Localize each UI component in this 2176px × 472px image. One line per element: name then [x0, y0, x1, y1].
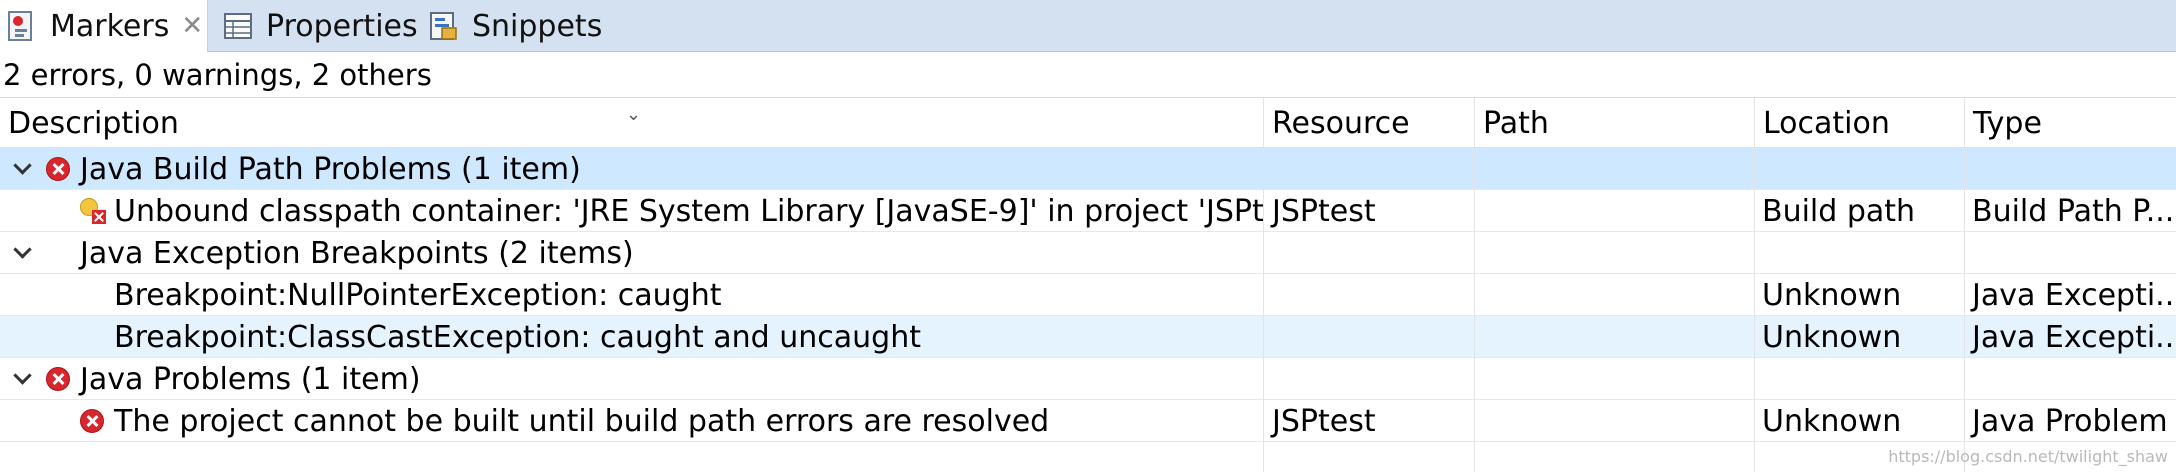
table-row[interactable]: Breakpoint:ClassCastException: caught an…: [0, 316, 2176, 358]
row-description: Breakpoint:ClassCastException: caught an…: [114, 319, 921, 355]
row-path: [1475, 358, 1755, 400]
markers-summary: 2 errors, 0 warnings, 2 others: [0, 52, 2176, 98]
table-row-empty: [0, 442, 2176, 472]
row-resource: [1264, 358, 1475, 400]
snippets-icon: [428, 10, 460, 42]
row-path: [1475, 148, 1755, 190]
row-description-cell: Java Problems (1 item): [0, 358, 1264, 400]
column-header-location[interactable]: Location: [1755, 98, 1965, 148]
row-description-cell: [0, 442, 1264, 472]
markers-table: Description ⌄ Resource Path Location Typ…: [0, 98, 2176, 472]
row-description: Breakpoint:NullPointerException: caught: [114, 277, 722, 313]
row-type: Build Path P...: [1972, 193, 2175, 229]
row-location: [1755, 358, 1965, 400]
row-resource: [1264, 274, 1475, 316]
column-header-description[interactable]: Description ⌄: [0, 98, 1264, 148]
column-header-path[interactable]: Path: [1475, 98, 1755, 148]
row-path: [1475, 232, 1755, 274]
row-description-cell: Java Exception Breakpoints (2 items): [0, 232, 1264, 274]
row-description-cell: Unbound classpath container: 'JRE System…: [0, 190, 1264, 232]
row-resource: JSPtest: [1264, 190, 1475, 232]
close-icon[interactable]: ✕: [181, 11, 203, 41]
view-tab-bar: Markers ✕ Properties Snippets: [0, 0, 2176, 52]
row-type: [1965, 358, 2176, 400]
row-description-cell: Java Build Path Problems (1 item): [0, 148, 1264, 190]
row-location: [1755, 148, 1965, 190]
row-resource: [1264, 148, 1475, 190]
classpath-warning-icon: [80, 198, 106, 224]
tab-snippets-label: Snippets: [472, 8, 603, 44]
row-type: Java Excepti...: [1972, 277, 2176, 313]
table-row[interactable]: Breakpoint:NullPointerException: caught …: [0, 274, 2176, 316]
row-resource: [1264, 232, 1475, 274]
row-description: Unbound classpath container: 'JRE System…: [114, 193, 1264, 229]
column-header-location-label: Location: [1763, 105, 1890, 141]
row-resource: [1264, 316, 1475, 358]
markers-view: Markers ✕ Properties Snippets 2 errors, …: [0, 0, 2176, 472]
row-resource: JSPtest: [1264, 400, 1475, 442]
row-type: Java Excepti...: [1972, 319, 2176, 355]
tab-properties-label: Properties: [266, 8, 418, 44]
sort-descending-icon: ⌄: [626, 104, 642, 125]
table-row-group-build-path[interactable]: Java Build Path Problems (1 item): [0, 148, 2176, 190]
table-row-group-java-problems[interactable]: Java Problems (1 item): [0, 358, 2176, 400]
row-path: [1475, 190, 1755, 232]
properties-icon: [222, 10, 254, 42]
row-type: Java Problem: [1972, 403, 2168, 439]
markers-icon: [6, 10, 38, 42]
row-location: Build path: [1755, 190, 1965, 232]
row-description: Java Exception Breakpoints (2 items): [80, 235, 634, 271]
tab-markers[interactable]: Markers ✕: [0, 0, 208, 52]
table-row[interactable]: Unbound classpath container: 'JRE System…: [0, 190, 2176, 232]
markers-summary-text: 2 errors, 0 warnings, 2 others: [3, 57, 432, 92]
column-header-type-label: Type: [1973, 105, 2042, 141]
table-header: Description ⌄ Resource Path Location Typ…: [0, 98, 2176, 148]
tab-properties[interactable]: Properties: [222, 0, 418, 52]
row-path: [1475, 400, 1755, 442]
row-type: [1965, 148, 2176, 190]
column-header-description-label: Description: [8, 105, 179, 141]
column-header-resource-label: Resource: [1272, 105, 1410, 141]
row-location: Unknown: [1755, 400, 1965, 442]
row-description-cell: Breakpoint:NullPointerException: caught: [0, 274, 1264, 316]
row-location: [1755, 232, 1965, 274]
chevron-down-icon[interactable]: [10, 156, 36, 182]
row-path: [1475, 442, 1755, 472]
row-description-cell: Breakpoint:ClassCastException: caught an…: [0, 316, 1264, 358]
error-icon: [46, 367, 70, 391]
error-icon: [80, 409, 104, 433]
chevron-down-icon[interactable]: [10, 366, 36, 392]
column-header-resource[interactable]: Resource: [1264, 98, 1475, 148]
row-description: The project cannot be built until build …: [114, 403, 1050, 439]
row-location: Unknown: [1755, 316, 1965, 358]
watermark: https://blog.csdn.net/twilight_shaw: [1888, 447, 2168, 466]
column-header-path-label: Path: [1483, 105, 1549, 141]
row-resource: [1264, 442, 1475, 472]
tab-markers-label: Markers: [50, 8, 170, 44]
row-description: Java Build Path Problems (1 item): [80, 151, 581, 187]
row-description-cell: The project cannot be built until build …: [0, 400, 1264, 442]
table-row-group-breakpoints[interactable]: Java Exception Breakpoints (2 items): [0, 232, 2176, 274]
row-location: Unknown: [1755, 274, 1965, 316]
chevron-down-icon[interactable]: [10, 240, 36, 266]
row-type: [1965, 232, 2176, 274]
table-row[interactable]: The project cannot be built until build …: [0, 400, 2176, 442]
error-icon: [46, 157, 70, 181]
row-path: [1475, 316, 1755, 358]
column-header-type[interactable]: Type: [1965, 98, 2176, 148]
row-path: [1475, 274, 1755, 316]
row-description: Java Problems (1 item): [80, 361, 421, 397]
tab-snippets[interactable]: Snippets: [428, 0, 602, 52]
